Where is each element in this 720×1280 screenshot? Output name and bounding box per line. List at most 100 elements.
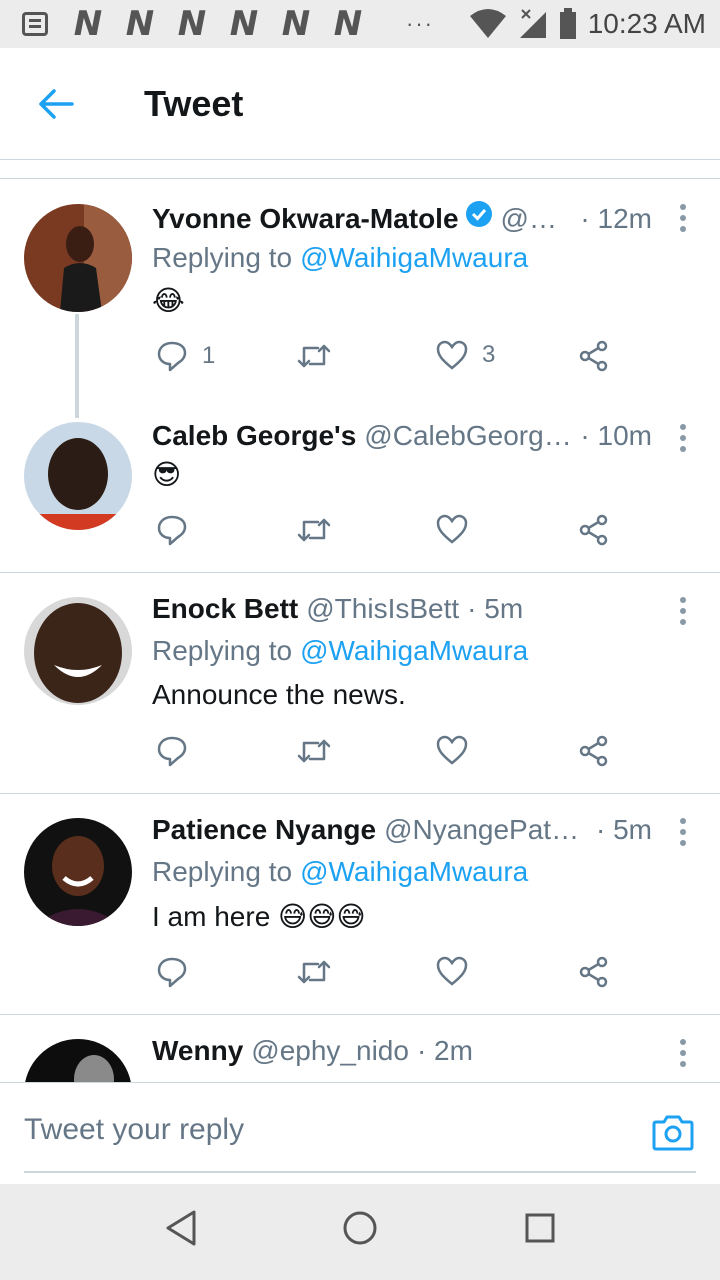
display-name[interactable]: Wenny (152, 1035, 243, 1067)
display-name[interactable]: Patience Nyange (152, 814, 376, 846)
nav-back-icon[interactable] (164, 1208, 198, 1248)
notification-n-icon: N (73, 4, 103, 44)
retweet-button[interactable] (296, 514, 332, 546)
more-icon[interactable] (680, 204, 686, 237)
tweet[interactable]: Caleb George's @CalebGeorg… · 10m 😎 (0, 400, 720, 572)
camera-icon[interactable] (652, 1113, 694, 1151)
username[interactable]: @NyangePat… (384, 814, 579, 846)
reply-button[interactable] (156, 956, 188, 988)
replying-to: Replying to @WaihigaMwaura (152, 635, 528, 667)
timestamp: · 5m (467, 593, 524, 624)
share-button[interactable] (578, 956, 610, 988)
tweet[interactable]: Wenny @ephy_nido · 2m (0, 1015, 720, 1082)
like-button[interactable] (436, 514, 468, 544)
reply-input[interactable]: Tweet your reply (24, 1113, 244, 1147)
like-count: 3 (482, 341, 496, 368)
username[interactable]: @… (501, 203, 557, 235)
like-button[interactable] (436, 956, 468, 986)
notification-n-icon: N (229, 4, 259, 44)
system-nav-bar (0, 1184, 720, 1280)
like-button[interactable] (436, 735, 468, 765)
avatar[interactable] (24, 597, 132, 705)
tweet-text: 😂 (152, 285, 185, 316)
more-icon[interactable] (680, 818, 686, 851)
retweet-icon (297, 518, 331, 542)
share-icon (579, 735, 608, 767)
display-name[interactable]: Yvonne Okwara-Matole (152, 203, 459, 235)
nav-home-icon[interactable] (342, 1208, 378, 1248)
timestamp: · 2m (416, 1035, 473, 1066)
reply-count: 1 (202, 342, 216, 369)
reply-button[interactable]: 1 (156, 340, 215, 372)
tweet-text: I am here 😅😅😅 (152, 901, 366, 932)
share-button[interactable] (578, 514, 610, 546)
retweet-icon (297, 344, 331, 368)
reply-button[interactable] (156, 514, 188, 546)
tweet[interactable]: Enock Bett @ThisIsBett · 5m Replying to @… (0, 573, 720, 793)
retweet-button[interactable] (296, 340, 332, 372)
replying-label: Replying to (152, 856, 293, 887)
divider (0, 178, 720, 179)
app-bar: Tweet (0, 48, 720, 160)
share-button[interactable] (578, 735, 610, 767)
replying-label: Replying to (152, 635, 293, 666)
tweet[interactable]: Yvonne Okwara-Matole @… · 12m Replying t… (0, 180, 720, 394)
replying-to: Replying to @WaihigaMwaura (152, 856, 528, 888)
status-bar: N N N N N N ··· 10:23 AM (0, 0, 720, 48)
mention-link[interactable]: @WaihigaMwaura (300, 242, 528, 273)
battery-icon (559, 8, 576, 39)
share-icon (579, 340, 608, 372)
avatar[interactable] (24, 1039, 132, 1082)
avatar[interactable] (24, 818, 132, 926)
like-button[interactable]: 3 (436, 340, 495, 370)
like-icon (436, 514, 468, 544)
avatar-image (24, 597, 132, 705)
retweet-button[interactable] (296, 735, 332, 767)
wifi-icon (469, 9, 506, 38)
avatar[interactable] (24, 204, 132, 312)
retweet-icon (297, 960, 331, 984)
reply-icon (157, 341, 187, 372)
more-icon[interactable] (680, 597, 686, 630)
more-icon[interactable] (680, 424, 686, 457)
tweet[interactable]: Patience Nyange @NyangePat… · 5m Replyin… (0, 794, 720, 1014)
display-name[interactable]: Enock Bett (152, 593, 298, 625)
replying-label: Replying to (152, 242, 293, 273)
username[interactable]: @ThisIsBett (306, 593, 459, 625)
back-button[interactable] (0, 48, 112, 160)
reply-button[interactable] (156, 735, 188, 767)
tweet-actions (152, 735, 632, 775)
share-icon (579, 956, 608, 988)
more-notifications-icon: ··· (406, 11, 434, 36)
avatar-image (24, 1039, 132, 1082)
replying-to: Replying to @WaihigaMwaura (152, 242, 528, 274)
mention-link[interactable]: @WaihigaMwaura (300, 856, 528, 887)
like-icon (436, 340, 468, 370)
notification-icon (22, 12, 48, 36)
display-name[interactable]: Caleb George's (152, 420, 356, 452)
tweet-text: 😎 (152, 459, 182, 490)
timestamp: · 12m (580, 203, 652, 234)
avatar[interactable] (24, 422, 132, 530)
cell-signal-icon (519, 9, 546, 38)
avatar-image (24, 204, 132, 312)
like-icon (436, 735, 468, 765)
mention-link[interactable]: @WaihigaMwaura (300, 635, 528, 666)
tweet-actions (152, 956, 632, 996)
username[interactable]: @ephy_nido (251, 1035, 409, 1067)
reply-composer: Tweet your reply (0, 1082, 720, 1186)
share-button[interactable] (578, 340, 610, 372)
nav-recents-icon[interactable] (524, 1208, 556, 1248)
retweet-button[interactable] (296, 956, 332, 988)
username[interactable]: @CalebGeorg… (364, 420, 571, 452)
notification-n-icon: N (333, 4, 363, 44)
avatar-image (24, 818, 132, 926)
notification-n-icon: N (177, 4, 207, 44)
tweet-text: Announce the news. (152, 679, 406, 710)
like-icon (436, 956, 468, 986)
retweet-icon (297, 739, 331, 763)
avatar-image (24, 422, 132, 530)
reply-icon (157, 515, 187, 546)
tweet-actions: 1 3 (152, 340, 632, 380)
more-icon[interactable] (680, 1039, 686, 1072)
